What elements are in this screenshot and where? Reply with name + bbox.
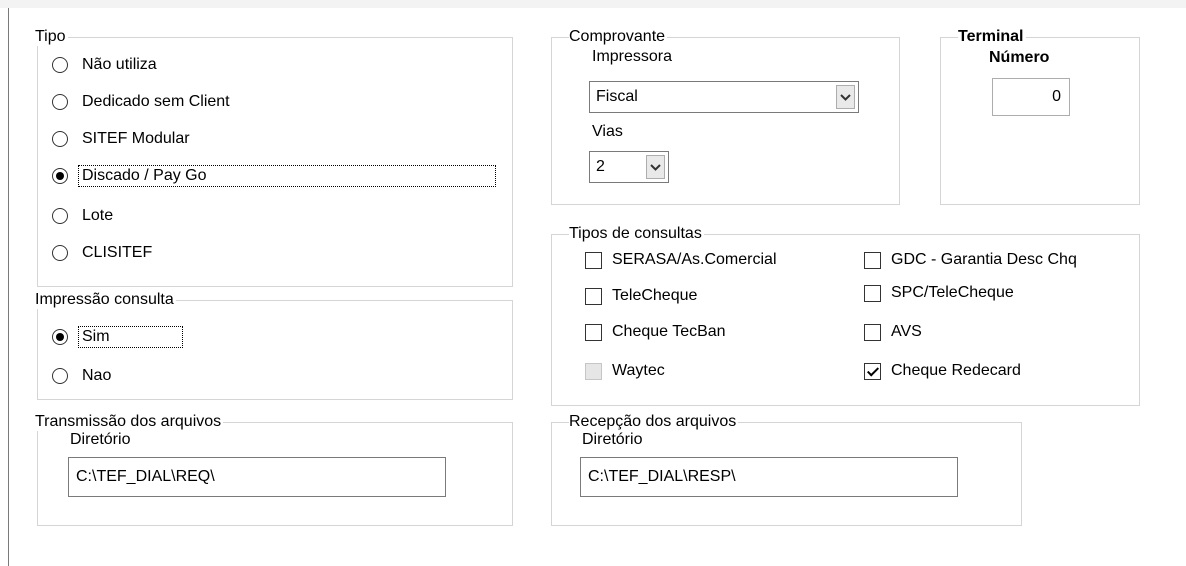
radio-icon[interactable] [52,368,68,384]
checkbox-icon[interactable] [585,251,602,269]
field-value: 0 [1052,88,1061,105]
tipo-option-sitef-modular[interactable]: SITEF Modular [52,128,194,150]
check-gdc[interactable]: GDC - Garantia Desc Chq [864,249,1077,271]
impressao-legend: Impressão consulta [35,291,176,309]
check-cheque-tecban[interactable]: Cheque TecBan [585,321,726,343]
tipo-option-discado[interactable]: Discado / Pay Go [52,165,496,187]
checkbox-checked-icon[interactable] [864,362,881,380]
check-label: Cheque TecBan [612,323,726,340]
option-label: Nao [82,367,112,384]
tipo-option-nao-utiliza[interactable]: Não utiliza [52,54,161,76]
check-label: SERASA/As.Comercial [612,251,777,268]
tipo-option-clisitef[interactable]: CLISITEF [52,242,156,264]
option-label: Não utiliza [82,56,157,73]
vias-label: Vias [592,123,623,140]
checkbox-icon[interactable] [585,287,602,305]
option-label: Dedicado sem Client [82,93,230,110]
top-strip [0,0,1186,8]
impressora-select[interactable]: Fiscal [589,81,859,113]
chevron-down-icon[interactable] [836,85,855,109]
transmissao-dir-label: Diretório [70,431,131,448]
recepcao-dir-label: Diretório [582,431,643,448]
radio-icon[interactable] [52,94,68,110]
check-waytec: Waytec [585,360,665,382]
checkbox-icon [585,362,602,380]
tipo-legend: Tipo [35,28,68,46]
checkbox-icon[interactable] [864,323,881,341]
impressora-label: Impressora [592,48,673,65]
consultas-legend: Tipos de consultas [569,225,704,243]
check-label: SPC/TeleCheque [891,284,1014,301]
option-label: Sim [78,326,183,348]
impressao-option-nao[interactable]: Nao [52,365,115,387]
tipo-group: Tipo Não utiliza Dedicado sem Client SIT… [35,28,513,287]
numero-input[interactable]: 0 [992,78,1070,116]
radio-icon[interactable] [52,168,68,184]
tipo-option-lote[interactable]: Lote [52,205,117,227]
terminal-legend: Terminal [958,28,1026,46]
radio-icon[interactable] [52,245,68,261]
comprovante-group: Comprovante Impressora Fiscal Vias 2 [551,28,900,205]
select-value: Fiscal [596,88,638,105]
checkbox-icon[interactable] [864,284,881,302]
transmissao-group: Transmissão dos arquivos Diretório C:\TE… [35,413,513,526]
transmissao-dir-input[interactable]: C:\TEF_DIAL\REQ\ [68,457,446,497]
check-avs[interactable]: AVS [864,321,922,343]
radio-icon[interactable] [52,329,68,345]
option-label: CLISITEF [82,244,153,261]
check-telecheque[interactable]: TeleCheque [585,285,697,307]
check-label: TeleCheque [612,287,698,304]
impressao-group: Impressão consulta Sim Nao [35,291,513,400]
check-serasa[interactable]: SERASA/As.Comercial [585,249,777,271]
recepcao-dir-input[interactable]: C:\TEF_DIAL\RESP\ [580,457,958,497]
select-value: 2 [596,158,605,175]
numero-label: Número [989,49,1050,66]
consultas-group: Tipos de consultas SERASA/As.Comercial T… [551,225,1140,406]
vias-select[interactable]: 2 [589,151,669,183]
left-border [8,8,9,566]
check-label: Waytec [612,362,665,379]
impressao-option-sim[interactable]: Sim [52,326,183,348]
chevron-down-icon[interactable] [646,155,665,179]
radio-icon[interactable] [52,208,68,224]
field-value: C:\TEF_DIAL\REQ\ [76,468,215,485]
terminal-group: Terminal Número 0 [940,28,1140,205]
recepcao-group: Recepção dos arquivos Diretório C:\TEF_D… [551,413,1022,526]
check-spc-telecheque[interactable]: SPC/TeleCheque [864,282,1014,304]
option-label: SITEF Modular [82,130,190,147]
check-label: AVS [891,323,922,340]
check-label: GDC - Garantia Desc Chq [891,251,1077,268]
radio-icon[interactable] [52,131,68,147]
comprovante-legend: Comprovante [569,28,668,46]
recepcao-legend: Recepção dos arquivos [569,413,739,431]
radio-icon[interactable] [52,57,68,73]
transmissao-legend: Transmissão dos arquivos [35,413,224,431]
tipo-option-dedicado[interactable]: Dedicado sem Client [52,91,234,113]
checkbox-icon[interactable] [864,251,881,269]
check-cheque-redecard[interactable]: Cheque Redecard [864,360,1021,382]
field-value: C:\TEF_DIAL\RESP\ [588,468,736,485]
checkbox-icon[interactable] [585,323,602,341]
option-label: Discado / Pay Go [78,165,496,187]
option-label: Lote [82,207,114,224]
check-label: Cheque Redecard [891,362,1021,379]
